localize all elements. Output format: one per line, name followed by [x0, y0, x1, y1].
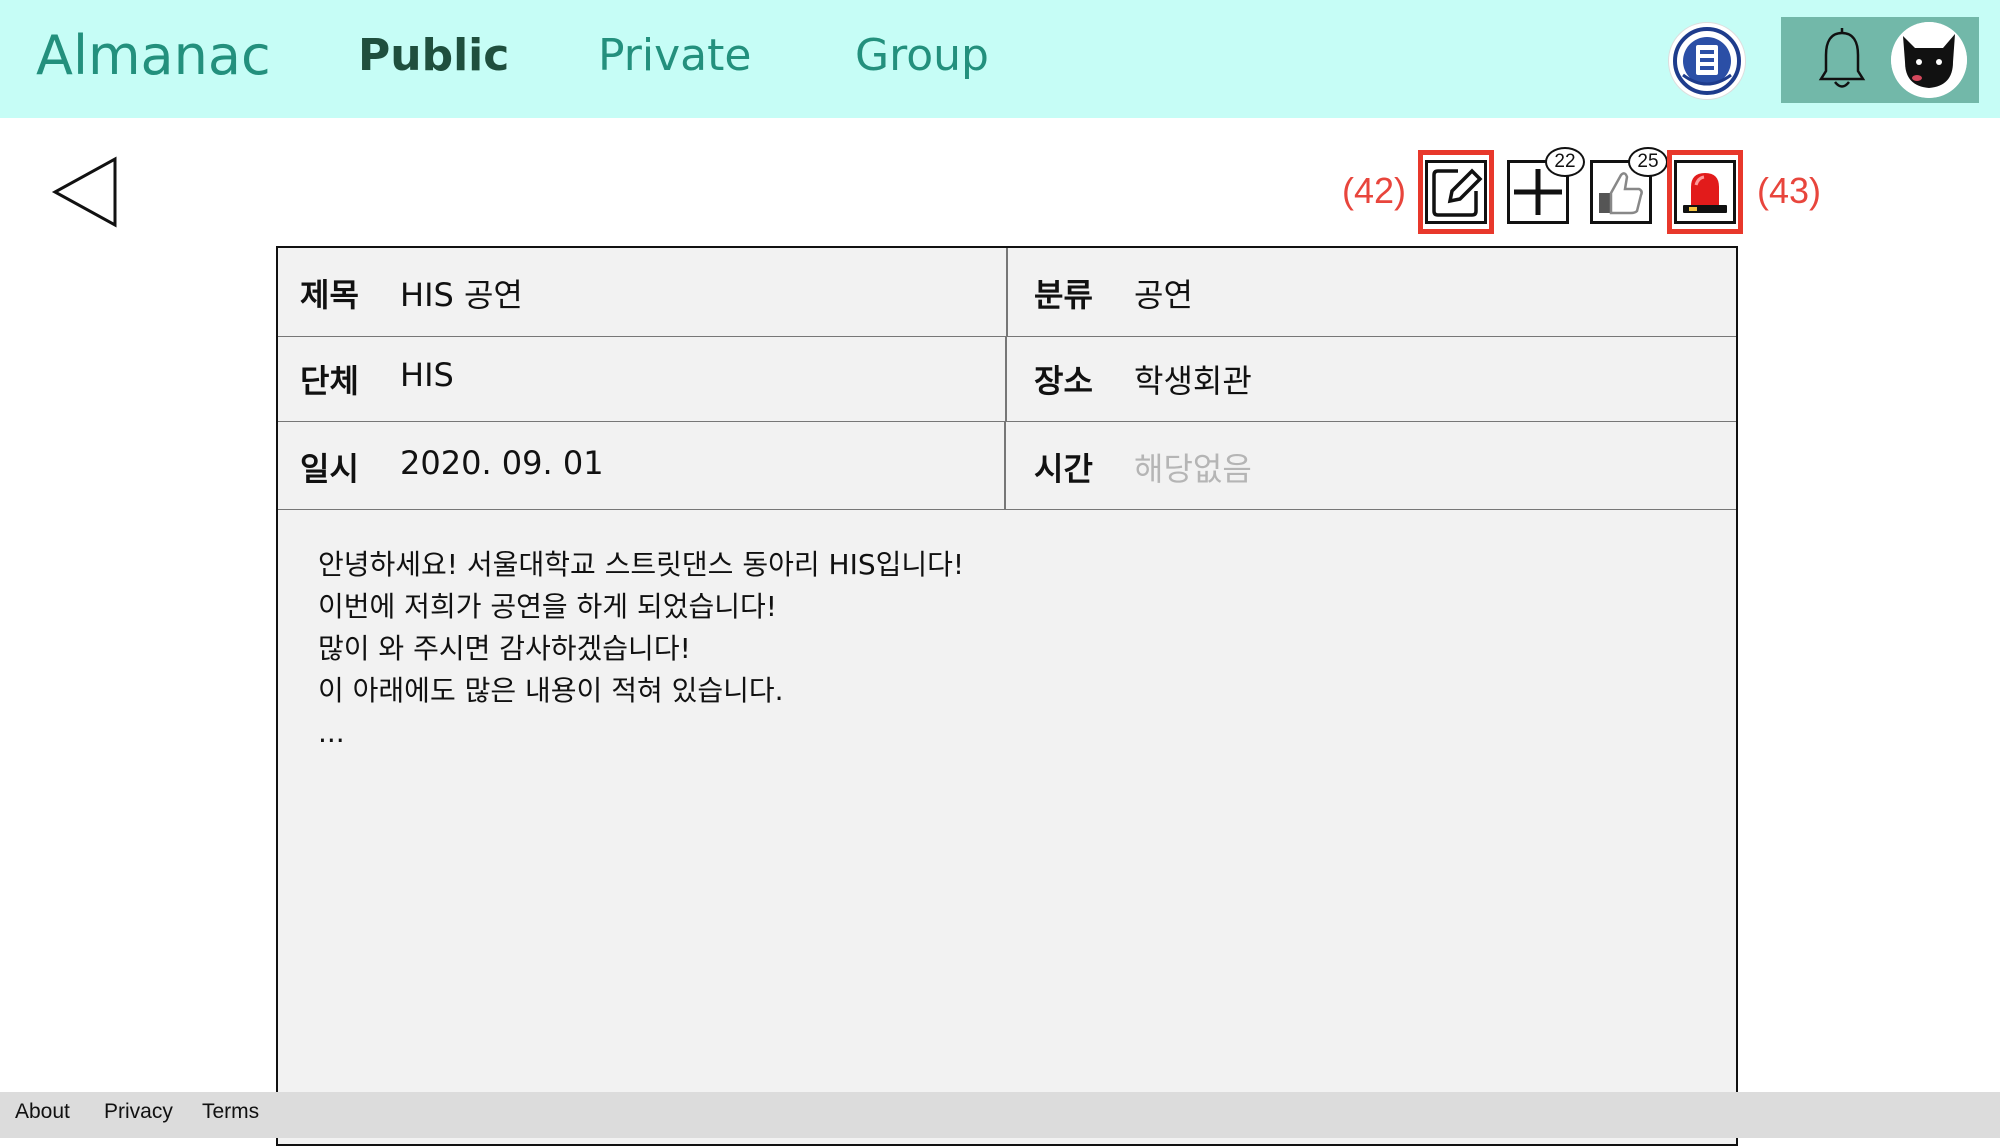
- top-header: Almanac Public Private Group: [0, 0, 2000, 118]
- add-count-badge: 22: [1545, 147, 1585, 177]
- post-body: 안녕하세요! 서울대학교 스트릿댄스 동아리 HIS입니다! 이번에 저희가 공…: [318, 544, 964, 754]
- edit-icon: [1432, 168, 1483, 217]
- annotation-label-42: (42): [1342, 170, 1407, 211]
- nav-tab-public[interactable]: Public: [358, 30, 509, 81]
- footer-link-privacy[interactable]: Privacy: [104, 1100, 173, 1124]
- bell-icon[interactable]: [1817, 27, 1867, 93]
- group-value: HIS: [400, 356, 454, 394]
- like-count-badge: 25: [1628, 147, 1668, 177]
- title-value: HIS 공연: [400, 276, 523, 314]
- nav-tab-private[interactable]: Private: [598, 30, 751, 81]
- footer-link-about[interactable]: About: [15, 1100, 70, 1124]
- footer-link-terms[interactable]: Terms: [202, 1100, 259, 1124]
- group-label: 단체: [300, 362, 359, 400]
- post-body-line: 이 아래에도 많은 내용이 적혀 있습니다.: [318, 674, 784, 707]
- column-divider: [1004, 421, 1006, 509]
- user-avatar[interactable]: [1891, 22, 1967, 98]
- siren-icon: [1683, 173, 1727, 213]
- post-row-group: [278, 336, 1736, 422]
- emblem-graphic: [1673, 27, 1741, 95]
- column-divider: [1005, 336, 1007, 421]
- footer-bar: About Privacy Terms: [0, 1092, 2000, 1138]
- post-body-line: 안녕하세요! 서울대학교 스트릿댄스 동아리 HIS입니다!: [318, 548, 965, 581]
- edit-button[interactable]: [1425, 160, 1487, 224]
- time-label: 시간: [1034, 450, 1093, 488]
- post-detail-panel: 제목 HIS 공연 분류 공연 단체 HIS 장소 학생회관 일시 2020. …: [276, 246, 1738, 1146]
- user-area: [1781, 17, 1979, 103]
- dog-avatar-icon: [1891, 22, 1967, 98]
- report-button[interactable]: [1674, 160, 1736, 224]
- place-label: 장소: [1034, 362, 1093, 400]
- place-value: 학생회관: [1134, 362, 1252, 400]
- back-arrow-icon[interactable]: [50, 155, 120, 229]
- category-value: 공연: [1134, 276, 1193, 314]
- annotation-label-43: (43): [1757, 170, 1822, 211]
- post-body-line: 이번에 저희가 공연을 하게 되었습니다!: [318, 590, 777, 623]
- nav-tab-group[interactable]: Group: [855, 30, 989, 81]
- post-body-line: ...: [318, 716, 345, 749]
- date-value: 2020. 09. 01: [400, 444, 604, 482]
- column-divider: [1006, 248, 1008, 336]
- post-body-line: 많이 와 주시면 감사하겠습니다!: [318, 632, 691, 665]
- app-logo[interactable]: Almanac: [36, 24, 271, 87]
- title-label: 제목: [300, 276, 359, 314]
- university-emblem-icon[interactable]: [1668, 22, 1746, 100]
- date-label: 일시: [300, 450, 359, 488]
- time-value: 해당없음: [1134, 450, 1252, 488]
- category-label: 분류: [1034, 276, 1093, 314]
